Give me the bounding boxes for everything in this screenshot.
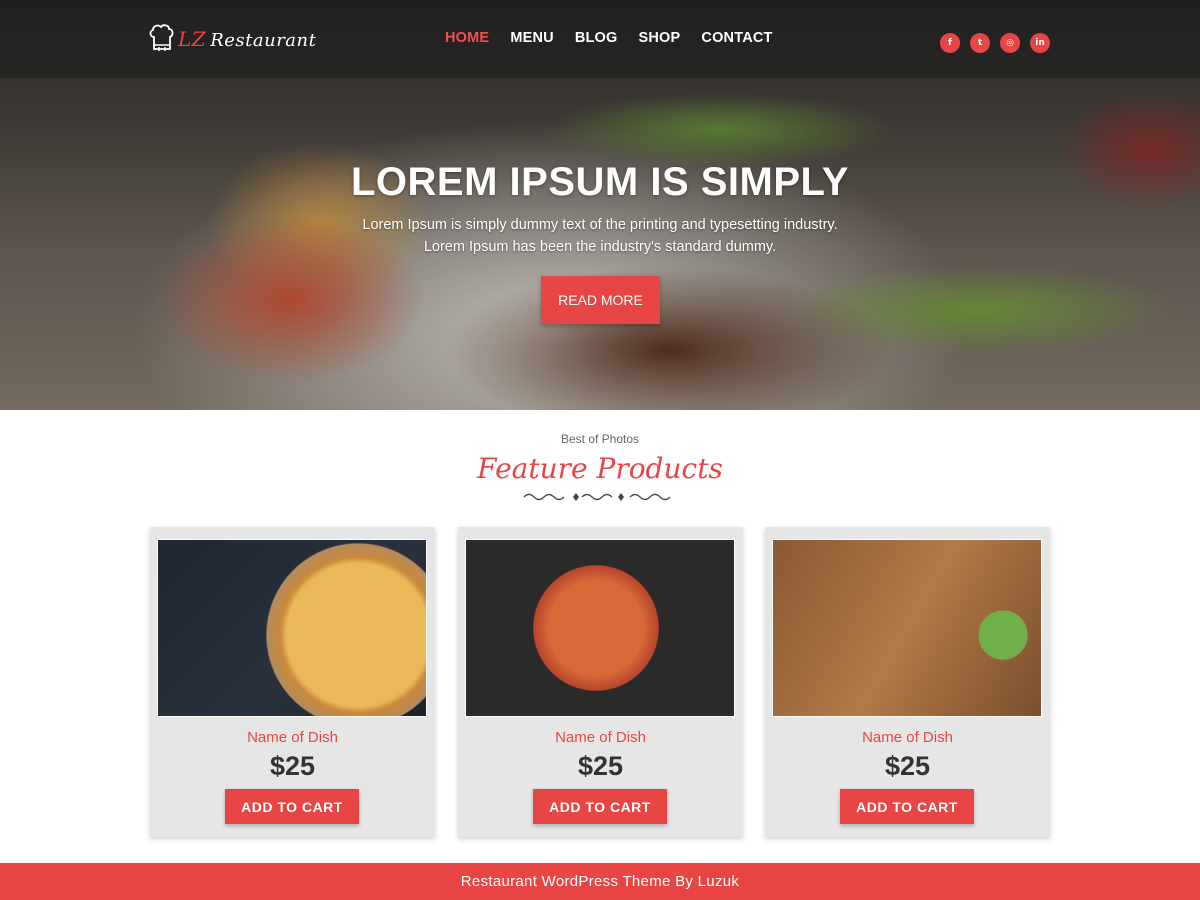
divider-ornament — [523, 493, 671, 501]
logo-text: LZ Restaurant — [178, 27, 316, 51]
add-to-cart-button[interactable]: ADD TO CART — [225, 789, 359, 824]
chef-hat-icon — [149, 24, 174, 51]
dish-price: $25 — [884, 751, 931, 781]
hero-banner: LZ Restaurant HOME MENU BLOG SHOP CONTACT… — [0, 0, 1200, 410]
section-title: Feature Products — [477, 452, 723, 485]
dish-price: $25 — [269, 751, 316, 781]
logo-name: Restaurant — [210, 30, 317, 51]
logo-mark: LZ — [178, 27, 207, 51]
site-footer: Restaurant WordPress Theme By Luzuk — [0, 863, 1200, 900]
social-links: f t ◎ in — [940, 33, 1050, 53]
add-to-cart-button[interactable]: ADD TO CART — [840, 789, 974, 824]
dish-name[interactable]: Name of Dish — [150, 729, 435, 746]
site-logo[interactable]: LZ Restaurant — [148, 22, 316, 56]
product-card: Name of Dish $25 ADD TO CART — [765, 527, 1050, 837]
add-to-cart-button[interactable]: ADD TO CART — [533, 789, 667, 824]
main-nav: HOME MENU BLOG SHOP CONTACT — [445, 30, 773, 46]
product-card: Name of Dish $25 ADD TO CART — [150, 527, 435, 837]
twitter-icon[interactable]: t — [970, 33, 990, 53]
nav-contact[interactable]: CONTACT — [701, 30, 772, 46]
product-card: Name of Dish $25 ADD TO CART — [458, 527, 743, 837]
section-kicker: Best of Photos — [560, 432, 640, 446]
dish-name[interactable]: Name of Dish — [458, 729, 743, 746]
nav-menu[interactable]: MENU — [510, 30, 554, 46]
product-image[interactable] — [157, 539, 427, 717]
nav-shop[interactable]: SHOP — [639, 30, 681, 46]
nav-home[interactable]: HOME — [445, 30, 489, 46]
facebook-icon[interactable]: f — [940, 33, 960, 53]
product-image[interactable] — [772, 539, 1042, 717]
nav-blog[interactable]: BLOG — [575, 30, 618, 46]
hero-subtitle-line-2: Lorem Ipsum has been the industry's stan… — [423, 239, 777, 255]
hero-subtitle: Lorem Ipsum is simply dummy text of the … — [0, 214, 1200, 258]
hero-title: LOREM IPSUM IS SIMPLY — [351, 160, 849, 204]
linkedin-icon[interactable]: in — [1030, 33, 1050, 53]
hero-subtitle-line-1: Lorem Ipsum is simply dummy text of the … — [362, 217, 838, 233]
dish-name[interactable]: Name of Dish — [765, 729, 1050, 746]
read-more-button[interactable]: READ MORE — [541, 276, 660, 324]
dish-price: $25 — [577, 751, 624, 781]
instagram-icon[interactable]: ◎ — [1000, 33, 1020, 53]
product-image[interactable] — [465, 539, 735, 717]
